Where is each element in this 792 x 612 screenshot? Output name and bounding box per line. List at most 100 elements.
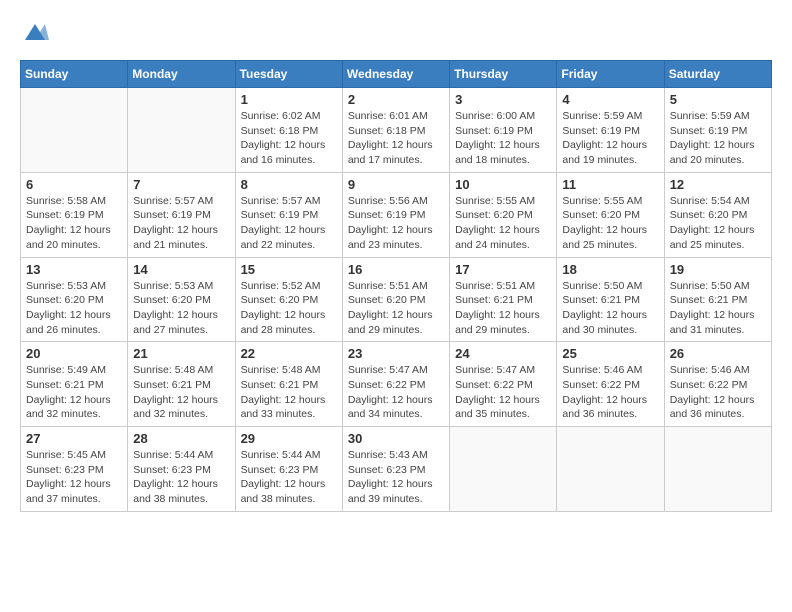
calendar-header-row: SundayMondayTuesdayWednesdayThursdayFrid… [21,61,772,88]
day-info: Sunrise: 5:56 AMSunset: 6:19 PMDaylight:… [348,194,444,253]
calendar-day-cell: 14 Sunrise: 5:53 AMSunset: 6:20 PMDayligh… [128,257,235,342]
calendar-day-cell: 20 Sunrise: 5:49 AMSunset: 6:21 PMDayligh… [21,342,128,427]
calendar-day-cell [450,427,557,512]
weekday-header: Wednesday [342,61,449,88]
day-number: 13 [26,262,122,277]
day-info: Sunrise: 5:47 AMSunset: 6:22 PMDaylight:… [348,363,444,422]
day-number: 12 [670,177,766,192]
day-info: Sunrise: 5:43 AMSunset: 6:23 PMDaylight:… [348,448,444,507]
day-info: Sunrise: 6:00 AMSunset: 6:19 PMDaylight:… [455,109,551,168]
calendar-day-cell: 26 Sunrise: 5:46 AMSunset: 6:22 PMDayligh… [664,342,771,427]
day-number: 21 [133,346,229,361]
day-number: 20 [26,346,122,361]
day-number: 17 [455,262,551,277]
page-header [20,20,772,44]
calendar-day-cell: 4 Sunrise: 5:59 AMSunset: 6:19 PMDaylight… [557,88,664,173]
day-info: Sunrise: 5:54 AMSunset: 6:20 PMDaylight:… [670,194,766,253]
calendar-day-cell [128,88,235,173]
calendar-day-cell: 29 Sunrise: 5:44 AMSunset: 6:23 PMDayligh… [235,427,342,512]
day-number: 9 [348,177,444,192]
day-number: 15 [241,262,337,277]
day-number: 1 [241,92,337,107]
calendar-day-cell [557,427,664,512]
calendar-day-cell: 30 Sunrise: 5:43 AMSunset: 6:23 PMDayligh… [342,427,449,512]
calendar-week-row: 13 Sunrise: 5:53 AMSunset: 6:20 PMDayligh… [21,257,772,342]
day-number: 16 [348,262,444,277]
weekday-header: Thursday [450,61,557,88]
day-info: Sunrise: 5:57 AMSunset: 6:19 PMDaylight:… [241,194,337,253]
day-info: Sunrise: 5:50 AMSunset: 6:21 PMDaylight:… [670,279,766,338]
logo [20,20,52,44]
day-info: Sunrise: 6:02 AMSunset: 6:18 PMDaylight:… [241,109,337,168]
day-info: Sunrise: 5:48 AMSunset: 6:21 PMDaylight:… [133,363,229,422]
calendar-day-cell: 15 Sunrise: 5:52 AMSunset: 6:20 PMDayligh… [235,257,342,342]
calendar-day-cell: 27 Sunrise: 5:45 AMSunset: 6:23 PMDayligh… [21,427,128,512]
weekday-header: Friday [557,61,664,88]
calendar-day-cell: 2 Sunrise: 6:01 AMSunset: 6:18 PMDaylight… [342,88,449,173]
day-number: 2 [348,92,444,107]
day-number: 28 [133,431,229,446]
day-info: Sunrise: 5:45 AMSunset: 6:23 PMDaylight:… [26,448,122,507]
day-info: Sunrise: 5:58 AMSunset: 6:19 PMDaylight:… [26,194,122,253]
day-info: Sunrise: 5:59 AMSunset: 6:19 PMDaylight:… [670,109,766,168]
day-number: 29 [241,431,337,446]
day-info: Sunrise: 5:51 AMSunset: 6:21 PMDaylight:… [455,279,551,338]
calendar-day-cell: 12 Sunrise: 5:54 AMSunset: 6:20 PMDayligh… [664,172,771,257]
day-number: 18 [562,262,658,277]
calendar-day-cell: 17 Sunrise: 5:51 AMSunset: 6:21 PMDayligh… [450,257,557,342]
calendar-day-cell: 13 Sunrise: 5:53 AMSunset: 6:20 PMDayligh… [21,257,128,342]
day-info: Sunrise: 5:48 AMSunset: 6:21 PMDaylight:… [241,363,337,422]
day-info: Sunrise: 5:46 AMSunset: 6:22 PMDaylight:… [670,363,766,422]
day-info: Sunrise: 5:50 AMSunset: 6:21 PMDaylight:… [562,279,658,338]
logo-icon [21,20,51,44]
calendar-day-cell: 3 Sunrise: 6:00 AMSunset: 6:19 PMDaylight… [450,88,557,173]
day-number: 7 [133,177,229,192]
day-number: 6 [26,177,122,192]
day-number: 8 [241,177,337,192]
day-info: Sunrise: 5:47 AMSunset: 6:22 PMDaylight:… [455,363,551,422]
day-number: 3 [455,92,551,107]
day-info: Sunrise: 5:53 AMSunset: 6:20 PMDaylight:… [133,279,229,338]
calendar-day-cell: 11 Sunrise: 5:55 AMSunset: 6:20 PMDayligh… [557,172,664,257]
day-number: 24 [455,346,551,361]
calendar-day-cell: 8 Sunrise: 5:57 AMSunset: 6:19 PMDaylight… [235,172,342,257]
calendar-day-cell: 22 Sunrise: 5:48 AMSunset: 6:21 PMDayligh… [235,342,342,427]
calendar-week-row: 27 Sunrise: 5:45 AMSunset: 6:23 PMDayligh… [21,427,772,512]
day-number: 22 [241,346,337,361]
calendar-day-cell: 16 Sunrise: 5:51 AMSunset: 6:20 PMDayligh… [342,257,449,342]
calendar-day-cell: 24 Sunrise: 5:47 AMSunset: 6:22 PMDayligh… [450,342,557,427]
weekday-header: Monday [128,61,235,88]
day-number: 11 [562,177,658,192]
calendar-week-row: 1 Sunrise: 6:02 AMSunset: 6:18 PMDaylight… [21,88,772,173]
day-info: Sunrise: 5:46 AMSunset: 6:22 PMDaylight:… [562,363,658,422]
weekday-header: Sunday [21,61,128,88]
day-info: Sunrise: 5:49 AMSunset: 6:21 PMDaylight:… [26,363,122,422]
day-info: Sunrise: 5:51 AMSunset: 6:20 PMDaylight:… [348,279,444,338]
calendar-day-cell: 21 Sunrise: 5:48 AMSunset: 6:21 PMDayligh… [128,342,235,427]
day-info: Sunrise: 5:59 AMSunset: 6:19 PMDaylight:… [562,109,658,168]
calendar-day-cell: 9 Sunrise: 5:56 AMSunset: 6:19 PMDaylight… [342,172,449,257]
calendar-day-cell: 5 Sunrise: 5:59 AMSunset: 6:19 PMDaylight… [664,88,771,173]
day-number: 30 [348,431,444,446]
day-info: Sunrise: 5:52 AMSunset: 6:20 PMDaylight:… [241,279,337,338]
day-number: 14 [133,262,229,277]
day-number: 19 [670,262,766,277]
day-number: 25 [562,346,658,361]
calendar-day-cell: 1 Sunrise: 6:02 AMSunset: 6:18 PMDaylight… [235,88,342,173]
day-info: Sunrise: 6:01 AMSunset: 6:18 PMDaylight:… [348,109,444,168]
day-info: Sunrise: 5:44 AMSunset: 6:23 PMDaylight:… [241,448,337,507]
day-info: Sunrise: 5:53 AMSunset: 6:20 PMDaylight:… [26,279,122,338]
day-info: Sunrise: 5:55 AMSunset: 6:20 PMDaylight:… [562,194,658,253]
day-number: 4 [562,92,658,107]
calendar-table: SundayMondayTuesdayWednesdayThursdayFrid… [20,60,772,512]
day-number: 26 [670,346,766,361]
day-info: Sunrise: 5:57 AMSunset: 6:19 PMDaylight:… [133,194,229,253]
calendar-week-row: 6 Sunrise: 5:58 AMSunset: 6:19 PMDaylight… [21,172,772,257]
calendar-day-cell [21,88,128,173]
calendar-day-cell: 6 Sunrise: 5:58 AMSunset: 6:19 PMDaylight… [21,172,128,257]
calendar-week-row: 20 Sunrise: 5:49 AMSunset: 6:21 PMDayligh… [21,342,772,427]
calendar-day-cell [664,427,771,512]
day-number: 23 [348,346,444,361]
day-number: 5 [670,92,766,107]
day-number: 27 [26,431,122,446]
